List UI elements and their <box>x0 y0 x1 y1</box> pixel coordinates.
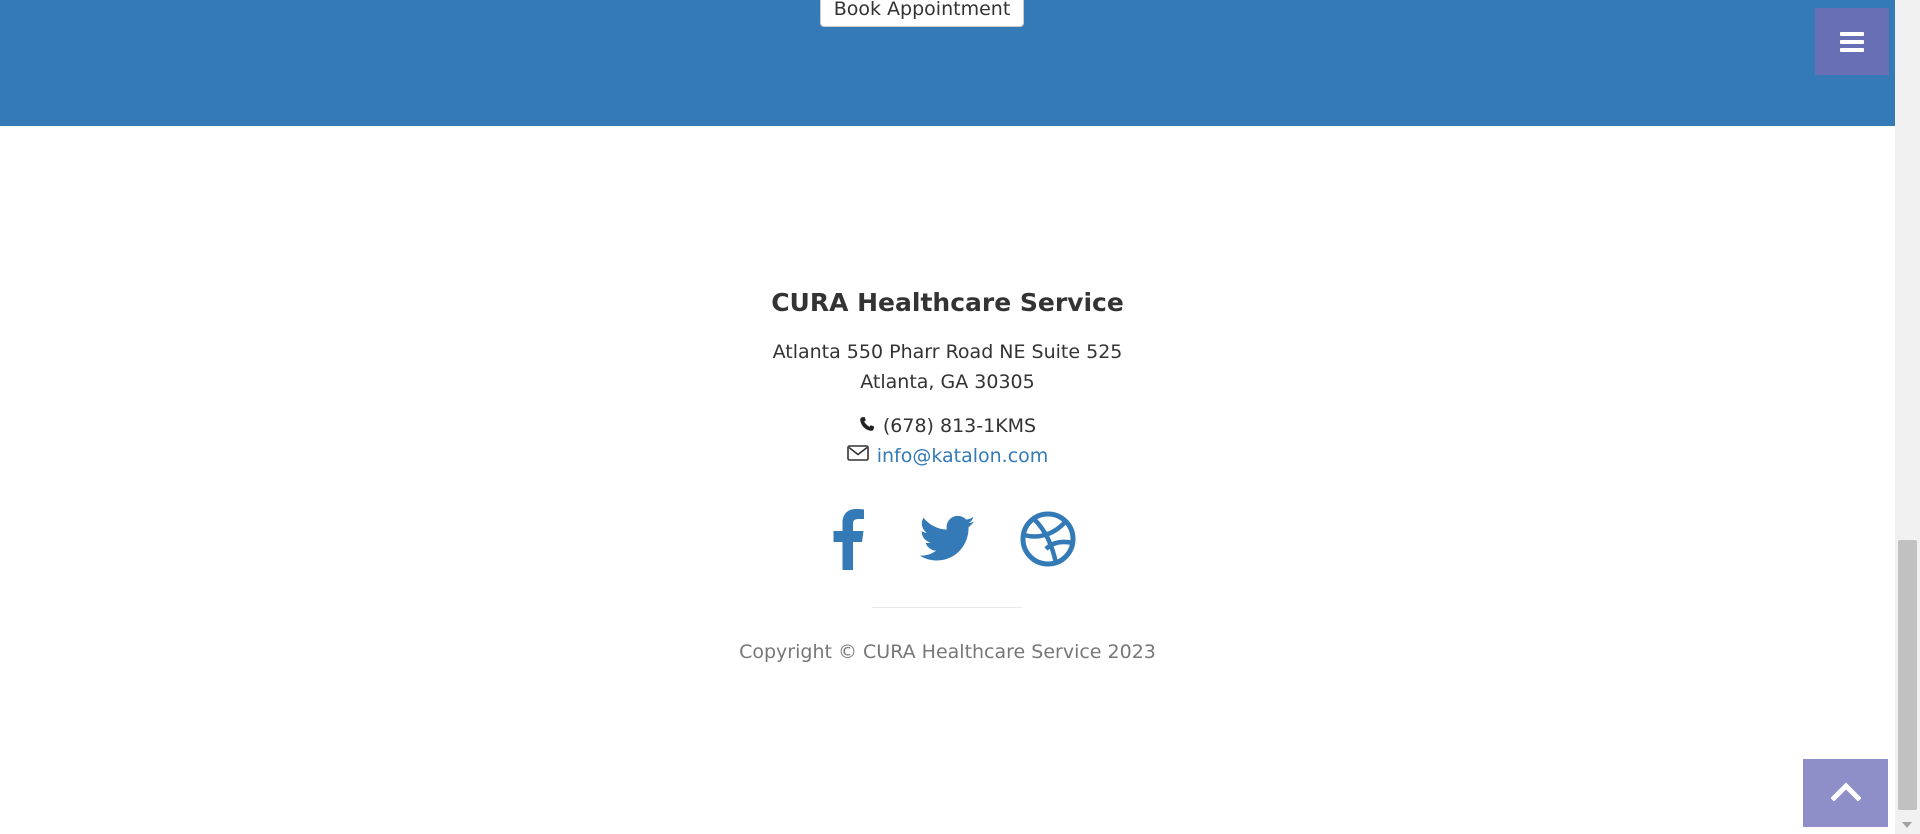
copyright: Copyright © CURA Healthcare Service 2023 <box>739 641 1156 663</box>
address-line-2: Atlanta, GA 30305 <box>860 371 1035 393</box>
page: Book Appointment CURA Healthcare Service… <box>0 0 1920 834</box>
email-line: info@katalon.com <box>0 441 1895 471</box>
dribbble-link[interactable] <box>1017 510 1079 572</box>
social-links <box>0 509 1895 573</box>
vertical-scrollbar[interactable] <box>1895 0 1920 834</box>
email-link[interactable]: info@katalon.com <box>877 441 1049 471</box>
main-content: Book Appointment CURA Healthcare Service… <box>0 0 1895 834</box>
scroll-to-top-button[interactable] <box>1803 759 1888 827</box>
contact-info: (678) 813-1KMS info@katalon.com <box>0 411 1895 471</box>
twitter-icon <box>918 515 976 567</box>
address-line-1: Atlanta 550 Pharr Road NE Suite 525 <box>772 341 1123 363</box>
dribbble-icon <box>1020 511 1076 571</box>
scrollbar-thumb[interactable] <box>1898 540 1917 810</box>
envelope-icon <box>846 441 869 471</box>
phone-icon <box>859 411 875 441</box>
facebook-icon <box>830 508 866 574</box>
address: Atlanta 550 Pharr Road NE Suite 525 Atla… <box>0 337 1895 397</box>
book-appointment-button[interactable]: Book Appointment <box>820 0 1024 27</box>
footer-divider <box>872 607 1022 608</box>
phone-line: (678) 813-1KMS <box>0 411 1895 441</box>
scroll-down-arrow-icon[interactable] <box>1902 822 1912 828</box>
chevron-up-icon <box>1829 781 1862 805</box>
hero-section: Book Appointment <box>0 0 1895 126</box>
facebook-link[interactable] <box>817 508 879 574</box>
twitter-link[interactable] <box>917 510 979 572</box>
hamburger-menu-icon <box>1840 31 1864 52</box>
footer-title: CURA Healthcare Service <box>771 288 1124 317</box>
menu-toggle-button[interactable] <box>1815 8 1889 75</box>
phone-number: (678) 813-1KMS <box>882 415 1037 437</box>
